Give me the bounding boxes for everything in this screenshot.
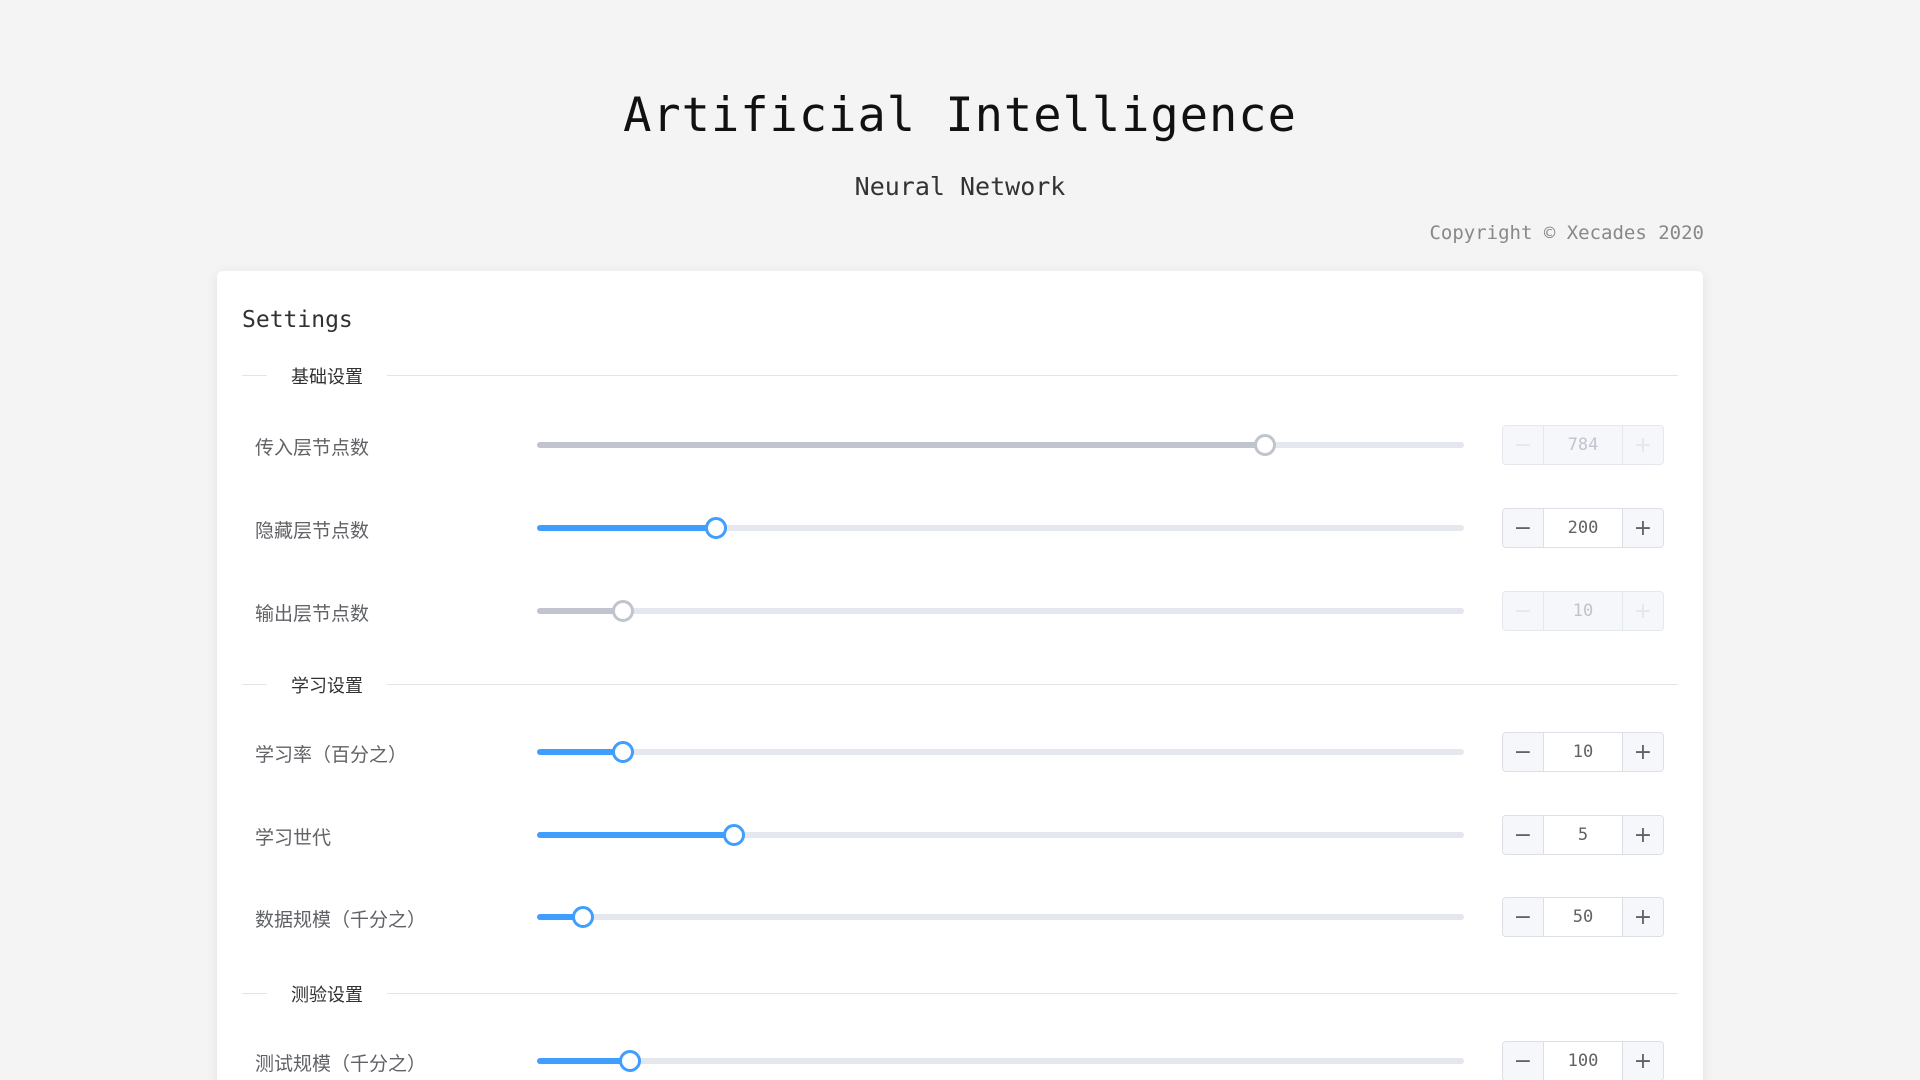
setting-row: 学习率（百分之） − 10 +: [217, 732, 1703, 772]
setting-row: 数据规模（千分之） − 50 +: [217, 897, 1703, 937]
decrement-button[interactable]: −: [1503, 733, 1544, 771]
setting-label: 测试规模（千分之）: [255, 1053, 427, 1075]
increment-button[interactable]: +: [1622, 898, 1663, 936]
setting-row: 学习世代 − 5 +: [217, 815, 1703, 855]
setting-slider: [537, 434, 1464, 456]
increment-button[interactable]: +: [1622, 816, 1663, 854]
plus-icon: +: [1633, 904, 1653, 930]
increment-button[interactable]: +: [1622, 509, 1663, 547]
setting-stepper: − 100 +: [1502, 1041, 1664, 1080]
setting-slider[interactable]: [537, 741, 1464, 763]
stepper-value: 10: [1572, 601, 1594, 621]
setting-slider[interactable]: [537, 906, 1464, 928]
slider-thumb[interactable]: [612, 741, 635, 763]
plus-icon: +: [1633, 1048, 1653, 1074]
slider-thumb[interactable]: [572, 906, 595, 928]
stepper-value[interactable]: 200: [1544, 509, 1622, 547]
plus-icon: +: [1633, 598, 1653, 624]
slider-thumb[interactable]: [618, 1050, 641, 1072]
stepper-value[interactable]: 100: [1544, 1042, 1622, 1080]
setting-slider[interactable]: [537, 824, 1464, 846]
decrement-button: −: [1503, 426, 1544, 464]
increment-button[interactable]: +: [1622, 733, 1663, 771]
setting-slider[interactable]: [537, 517, 1464, 539]
section-divider: [242, 993, 1678, 994]
minus-icon: −: [1513, 822, 1533, 848]
setting-slider: [537, 600, 1464, 622]
setting-stepper: − 10 +: [1502, 591, 1664, 631]
setting-stepper: − 784 +: [1502, 425, 1664, 465]
plus-icon: +: [1633, 739, 1653, 765]
settings-card: Settings 基础设置 传入层节点数 − 784 + 隐藏层节点数 − 20…: [217, 271, 1703, 1080]
slider-fill: [537, 525, 716, 531]
setting-row: 传入层节点数 − 784 +: [217, 425, 1703, 465]
minus-icon: −: [1513, 515, 1533, 541]
setting-stepper: − 5 +: [1502, 815, 1664, 855]
stepper-value: 784: [1567, 435, 1599, 455]
setting-label: 学习率（百分之）: [255, 744, 408, 766]
page-title: Artificial Intelligence: [623, 88, 1297, 143]
slider-fill: [537, 442, 1265, 448]
minus-icon: −: [1513, 598, 1533, 624]
setting-label: 传入层节点数: [255, 437, 370, 459]
minus-icon: −: [1513, 1048, 1533, 1074]
setting-label: 学习世代: [255, 827, 332, 849]
increment-button: +: [1622, 592, 1663, 630]
slider-fill: [537, 832, 734, 838]
slider-thumb: [612, 600, 635, 622]
decrement-button[interactable]: −: [1503, 509, 1544, 547]
minus-icon: −: [1513, 904, 1533, 930]
section-divider: [242, 684, 1678, 685]
stepper-value[interactable]: 10: [1544, 733, 1622, 771]
minus-icon: −: [1513, 739, 1533, 765]
settings-title: Settings: [242, 307, 353, 333]
plus-icon: +: [1633, 822, 1653, 848]
setting-row: 输出层节点数 − 10 +: [217, 591, 1703, 631]
slider-thumb[interactable]: [722, 824, 745, 846]
stepper-value[interactable]: 5: [1544, 816, 1622, 854]
page-subtitle: Neural Network: [854, 172, 1066, 201]
section-label: 测验设置: [267, 981, 387, 1007]
minus-icon: −: [1513, 432, 1533, 458]
section-label: 学习设置: [267, 672, 387, 698]
section-divider: [242, 375, 1678, 376]
setting-slider[interactable]: [537, 1050, 1464, 1072]
slider-thumb[interactable]: [704, 517, 727, 539]
setting-stepper: − 50 +: [1502, 897, 1664, 937]
slider-fill: [537, 608, 624, 614]
setting-stepper: − 10 +: [1502, 732, 1664, 772]
setting-stepper: − 200 +: [1502, 508, 1664, 548]
slider-fill: [537, 1058, 630, 1064]
setting-label: 数据规模（千分之）: [255, 909, 427, 931]
plus-icon: +: [1633, 515, 1653, 541]
slider-fill: [537, 749, 624, 755]
setting-row: 测试规模（千分之） − 100 +: [217, 1041, 1703, 1080]
decrement-button: −: [1503, 592, 1544, 630]
decrement-button[interactable]: −: [1503, 816, 1544, 854]
decrement-button[interactable]: −: [1503, 898, 1544, 936]
section-label: 基础设置: [267, 363, 387, 389]
increment-button[interactable]: +: [1622, 1042, 1663, 1080]
setting-label: 隐藏层节点数: [255, 520, 370, 542]
stepper-value[interactable]: 50: [1544, 898, 1622, 936]
decrement-button[interactable]: −: [1503, 1042, 1544, 1080]
setting-label: 输出层节点数: [255, 603, 370, 625]
setting-row: 隐藏层节点数 − 200 +: [217, 508, 1703, 548]
plus-icon: +: [1633, 432, 1653, 458]
increment-button: +: [1622, 426, 1663, 464]
copyright-text: Copyright © Xecades 2020: [1429, 222, 1704, 244]
slider-thumb: [1253, 434, 1276, 456]
